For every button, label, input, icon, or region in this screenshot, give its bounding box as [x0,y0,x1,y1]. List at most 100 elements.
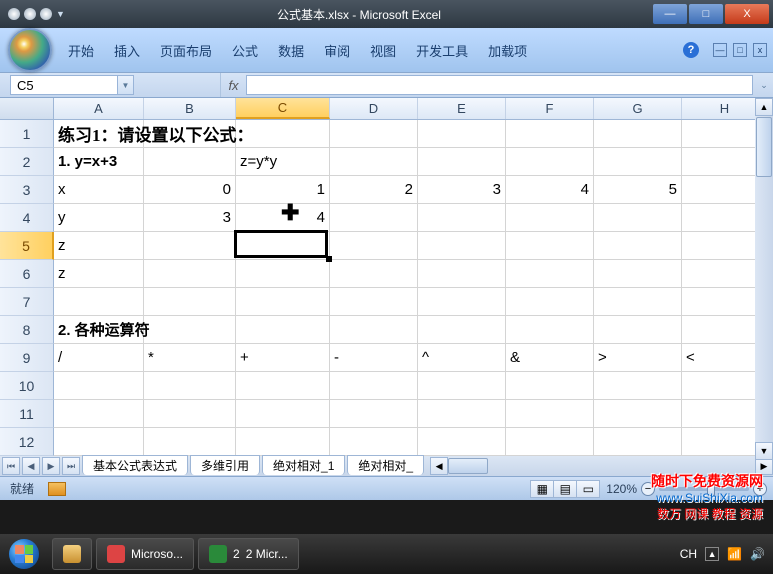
cell-A2[interactable]: 1. y=x+3 [54,148,144,176]
cell-A10[interactable] [54,372,144,400]
hscroll-left-button[interactable]: ◀ [430,457,448,475]
ribbon-restore-doc-button[interactable]: □ [733,43,747,57]
vscroll-down-button[interactable]: ▼ [755,442,773,460]
row-header-3[interactable]: 3 [0,176,54,204]
cell-G9[interactable]: > [594,344,682,372]
cell-F3[interactable]: 4 [506,176,594,204]
taskbar-item-powerpoint[interactable]: Microso... [96,538,194,570]
cell-A3[interactable]: x [54,176,144,204]
cell-D12[interactable] [330,428,418,456]
cell-A1[interactable]: 练习1：请设置以下公式： [54,120,144,148]
cell-C5[interactable] [236,232,330,260]
cell-F11[interactable] [506,400,594,428]
cell-D4[interactable] [330,204,418,232]
column-header-G[interactable]: G [594,98,682,119]
taskbar-item-excel[interactable]: 2 2 Micr... [198,538,299,570]
cell-E8[interactable] [418,316,506,344]
cell-G8[interactable] [594,316,682,344]
fx-button[interactable]: fx [220,73,246,97]
ribbon-minimize-doc-button[interactable]: — [713,43,727,57]
cell-E3[interactable]: 3 [418,176,506,204]
cell-F2[interactable] [506,148,594,176]
cell-C3[interactable]: 1 [236,176,330,204]
column-header-D[interactable]: D [330,98,418,119]
cell-B8[interactable] [144,316,236,344]
ribbon-close-doc-button[interactable]: x [753,43,767,57]
taskbar-pinned-explorer[interactable] [52,538,92,570]
cell-B12[interactable] [144,428,236,456]
view-page-layout-button[interactable]: ▤ [553,480,577,498]
cell-F10[interactable] [506,372,594,400]
cell-C9[interactable]: + [236,344,330,372]
cell-C8[interactable] [236,316,330,344]
cell-D8[interactable] [330,316,418,344]
select-all-corner[interactable] [0,98,54,119]
cell-F9[interactable]: & [506,344,594,372]
cell-A9[interactable]: / [54,344,144,372]
cell-E12[interactable] [418,428,506,456]
row-header-8[interactable]: 8 [0,316,54,344]
formula-bar-expand-icon[interactable]: ⌄ [755,73,773,97]
cell-A11[interactable] [54,400,144,428]
sheet-tab-1[interactable]: 基本公式表达式 [82,455,188,475]
qat-undo-icon[interactable] [24,8,36,20]
cell-D9[interactable]: - [330,344,418,372]
cell-G3[interactable]: 5 [594,176,682,204]
sheet-tab-2[interactable]: 多维引用 [190,455,260,475]
cell-C2[interactable]: z=y*y [236,148,330,176]
ime-indicator[interactable]: CH [680,547,697,561]
qat-redo-icon[interactable] [40,8,52,20]
name-box-dropdown[interactable]: ▼ [118,75,134,95]
tab-developer[interactable]: 开发工具 [408,37,476,64]
cell-G2[interactable] [594,148,682,176]
vscroll-thumb[interactable] [756,117,772,177]
row-header-4[interactable]: 4 [0,204,54,232]
cell-D7[interactable] [330,288,418,316]
cell-G7[interactable] [594,288,682,316]
cell-E11[interactable] [418,400,506,428]
view-normal-button[interactable]: ▦ [530,480,554,498]
cells-area[interactable]: 练习1：请设置以下公式：1. y=x+3z=y*yx0123456y34zz2.… [54,120,768,456]
cell-F6[interactable] [506,260,594,288]
cell-A8[interactable]: 2. 各种运算符 [54,316,144,344]
cell-C10[interactable] [236,372,330,400]
cell-F7[interactable] [506,288,594,316]
cell-E1[interactable] [418,120,506,148]
formula-input[interactable] [246,75,753,95]
cell-E6[interactable] [418,260,506,288]
sheet-tab-3[interactable]: 绝对相对_1 [262,455,345,475]
cell-B9[interactable]: * [144,344,236,372]
cell-G1[interactable] [594,120,682,148]
cell-G5[interactable] [594,232,682,260]
tab-insert[interactable]: 插入 [106,37,148,64]
tab-home[interactable]: 开始 [60,37,102,64]
cell-D1[interactable] [330,120,418,148]
sheet-tab-4[interactable]: 绝对相对_ [347,455,424,475]
cell-D11[interactable] [330,400,418,428]
tab-view[interactable]: 视图 [362,37,404,64]
cell-C11[interactable] [236,400,330,428]
row-header-11[interactable]: 11 [0,400,54,428]
cell-G6[interactable] [594,260,682,288]
cell-D2[interactable] [330,148,418,176]
cell-D3[interactable]: 2 [330,176,418,204]
sheet-nav-next[interactable]: ▶ [42,457,60,475]
row-header-6[interactable]: 6 [0,260,54,288]
tab-data[interactable]: 数据 [270,37,312,64]
cell-A12[interactable] [54,428,144,456]
minimize-button[interactable]: — [653,4,687,24]
cell-D6[interactable] [330,260,418,288]
vertical-scrollbar[interactable]: ▲ ▼ [755,98,773,460]
cell-A6[interactable]: z [54,260,144,288]
cell-B2[interactable] [144,148,236,176]
column-header-C[interactable]: C [236,98,330,119]
row-header-10[interactable]: 10 [0,372,54,400]
sheet-nav-prev[interactable]: ◀ [22,457,40,475]
qat-save-icon[interactable] [8,8,20,20]
close-button[interactable]: X [725,4,769,24]
maximize-button[interactable]: □ [689,4,723,24]
tray-show-hidden-icon[interactable]: ▲ [705,547,719,561]
cell-E4[interactable] [418,204,506,232]
tray-volume-icon[interactable]: 🔊 [750,547,765,561]
cell-B6[interactable] [144,260,236,288]
